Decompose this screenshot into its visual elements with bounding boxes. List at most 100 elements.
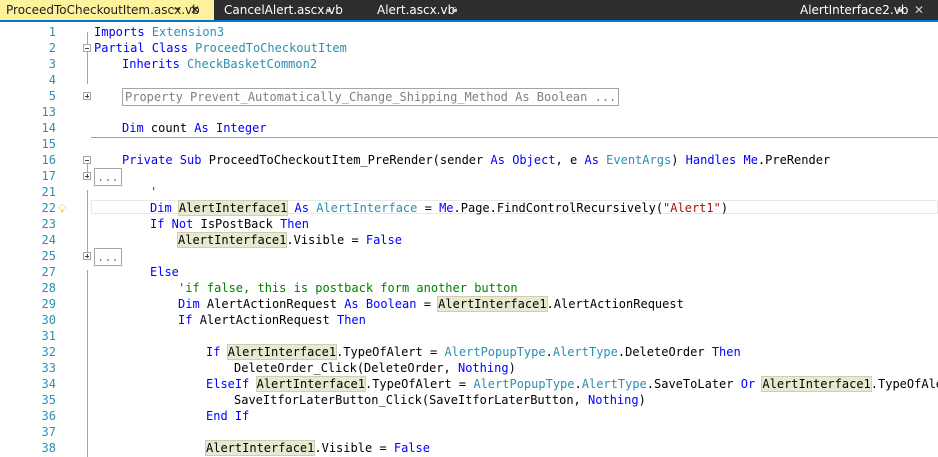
line-number: 16 <box>41 153 56 167</box>
code-line: 2 Partial Class ProceedToCheckoutItem <box>0 40 938 56</box>
tab-alertinterface2[interactable]: AlertInterface2.vb 🔒︎ ✕ <box>794 0 938 20</box>
collapse-toggle[interactable] <box>83 44 91 52</box>
expand-toggle[interactable] <box>83 172 91 180</box>
expand-toggle[interactable] <box>83 252 91 260</box>
tab-label: ProceedToCheckoutItem.ascx.vb <box>6 3 200 17</box>
code-line: 1 Imports Extension3 <box>0 24 938 40</box>
type-name: CheckBasketCommon2 <box>187 57 318 71</box>
identifier: ProceedToCheckoutItem_PreRender(sender <box>208 153 484 167</box>
code-line: 13 <box>0 104 938 120</box>
tab-label: Alert.ascx.vb <box>377 3 456 17</box>
type-name: AlertType <box>552 345 618 359</box>
line-number: 21 <box>41 185 56 199</box>
code-line: 22 💡︎ Dim AlertInterface1 As AlertInterf… <box>0 200 938 216</box>
code-line: 5 Property Prevent_Automatically_Change_… <box>0 88 938 106</box>
keyword: False <box>393 441 430 455</box>
type-name: AlertPopupType <box>473 377 575 391</box>
identifier: IsPostBack <box>200 217 273 231</box>
line-number: 33 <box>41 361 56 375</box>
code-line: 28 'if false, this is postback form anot… <box>0 280 938 296</box>
identifier: .TypeOfAlert <box>870 377 938 391</box>
line-number: 22 <box>41 201 56 215</box>
identifier: AlertInterface1 <box>177 200 289 216</box>
keyword: False <box>365 233 402 247</box>
type-name: EventArgs <box>606 153 672 167</box>
keyword: As <box>490 153 505 167</box>
line-number: 32 <box>41 345 56 359</box>
identifier: AlertInterface1 <box>226 344 338 360</box>
type-name: AlertInterface <box>316 201 418 215</box>
lock-icon: 🔒︎ <box>452 4 458 15</box>
keyword: Private Sub <box>122 153 202 167</box>
pin-icon[interactable]: ⊸ <box>172 0 180 20</box>
code-line: 31 <box>0 328 938 344</box>
code-line: 4 <box>0 72 938 88</box>
line-number: 23 <box>41 217 56 231</box>
collapse-toggle[interactable] <box>83 156 91 164</box>
keyword: If Not <box>150 217 194 231</box>
keyword: Me <box>743 153 758 167</box>
identifier: AlertInterface1 <box>204 440 316 456</box>
identifier: .Page.FindControlRecursively( <box>453 201 664 215</box>
code-line: 16 Private Sub ProceedToCheckoutItem_Pre… <box>0 152 938 168</box>
identifier: , e <box>555 153 578 167</box>
punctuation: . <box>545 345 553 359</box>
expand-toggle[interactable] <box>83 92 91 100</box>
line-number: 1 <box>48 25 56 39</box>
close-icon[interactable]: ✕ <box>914 0 924 20</box>
keyword: As <box>344 297 359 311</box>
keyword: Inherits <box>122 57 180 71</box>
lock-icon: 🔒︎ <box>897 4 903 15</box>
code-line: 21 ' <box>0 184 938 200</box>
punctuation: ) <box>671 153 679 167</box>
identifier: .Visible = <box>286 233 359 247</box>
code-line: 27 Else <box>0 264 938 280</box>
line-number: 24 <box>41 233 56 247</box>
keyword: As <box>194 121 209 135</box>
close-icon[interactable]: ✕ <box>190 0 200 20</box>
code-line: 14 Dim count As Integer <box>0 120 938 136</box>
lock-icon: 🔒︎ <box>326 4 332 15</box>
identifier: .PreRender <box>757 153 831 167</box>
identifier: DeleteOrder_Click(DeleteOrder, <box>234 361 451 375</box>
keyword: Then <box>336 313 366 327</box>
tab-cancelalert[interactable]: CancelAlert.ascx.vb 🔒︎ <box>218 0 343 20</box>
keyword: As <box>294 201 309 215</box>
keyword: Partial Class <box>94 41 188 55</box>
comment: 'if false, this is postback form another… <box>178 281 518 295</box>
punctuation: . <box>574 377 582 391</box>
line-number: 13 <box>41 105 56 119</box>
code-line: 37 <box>0 424 938 440</box>
punctuation: ) <box>508 361 516 375</box>
lightbulb-icon[interactable]: 💡︎ <box>58 201 66 217</box>
identifier: AlertActionRequest <box>199 313 330 327</box>
keyword: Integer <box>215 121 267 135</box>
tab-proceedtocheckoutitem[interactable]: ProceedToCheckoutItem.ascx.vb ⊸ ✕ <box>0 0 214 20</box>
line-number: 38 <box>41 441 56 455</box>
line-number: 36 <box>41 409 56 423</box>
keyword: ElseIf <box>206 377 250 391</box>
operator: = <box>423 297 431 311</box>
line-number: 37 <box>41 425 56 439</box>
line-number: 2 <box>48 41 56 55</box>
code-editor[interactable]: 1 Imports Extension3 2 Partial Class Pro… <box>0 22 938 457</box>
tab-label: AlertInterface2.vb <box>800 3 909 17</box>
line-number: 31 <box>41 329 56 343</box>
code-line: 15 <box>0 136 938 152</box>
code-line: 33 DeleteOrder_Click(DeleteOrder, Nothin… <box>0 360 938 376</box>
line-number: 29 <box>41 297 56 311</box>
code-line: 35 SaveItforLaterButton_Click(SaveItforL… <box>0 392 938 408</box>
keyword: End If <box>206 409 250 423</box>
identifier: AlertInterface1 <box>437 296 548 312</box>
tab-alert[interactable]: Alert.ascx.vb 🔒︎ <box>371 0 461 20</box>
identifier: .TypeOfAlert = <box>336 345 438 359</box>
keyword: Then <box>711 345 741 359</box>
line-number: 14 <box>41 121 56 135</box>
keyword: Or <box>740 377 756 391</box>
line-number: 5 <box>48 89 56 103</box>
identifier: AlertInterface1 <box>761 376 872 392</box>
keyword: If <box>206 345 221 359</box>
class-name: ProceedToCheckoutItem <box>195 41 347 55</box>
keyword: Me <box>439 201 454 215</box>
keyword: If <box>178 313 193 327</box>
